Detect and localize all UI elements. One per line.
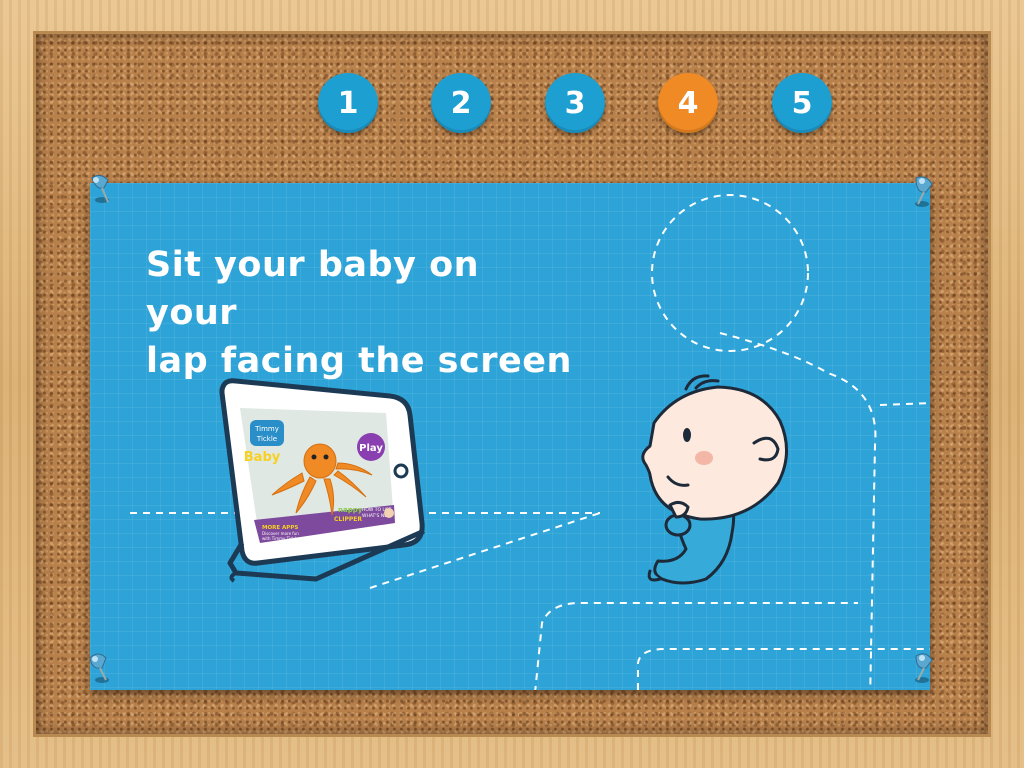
tablet-play-button: Play [359, 443, 383, 454]
instruction-card: Sit your baby on your lap facing the scr… [90, 183, 930, 690]
tablet-logo-word: Baby [244, 450, 281, 465]
tablet-more-apps-sub-2: with Timmy Tickle [262, 536, 299, 541]
pushpin-icon [915, 176, 933, 207]
pushpin-icon [91, 174, 109, 203]
step-1-button[interactable]: 1 [318, 73, 378, 133]
pushpin-icon [915, 653, 933, 683]
tablet-illustration: Timmy Tickle Baby Play MORE APPS Discove… [219, 378, 426, 583]
tablet-logo-line-1: Timmy [254, 425, 279, 433]
tablet-nappy-label: nappy [338, 506, 363, 514]
step-indicator: 1 2 3 4 5 [0, 73, 1024, 135]
scene-illustration: Timmy Tickle Baby Play MORE APPS Discove… [130, 194, 930, 690]
tablet-clipper-label: CLIPPER [334, 516, 362, 523]
step-2-button[interactable]: 2 [431, 73, 491, 133]
tablet-logo-line-2: Tickle [256, 435, 277, 443]
step-3-button[interactable]: 3 [545, 73, 605, 133]
step-4-button[interactable]: 4 [658, 73, 718, 133]
baby-illustration [641, 374, 789, 585]
pushpin-icon [89, 653, 109, 683]
step-5-button[interactable]: 5 [772, 73, 832, 133]
